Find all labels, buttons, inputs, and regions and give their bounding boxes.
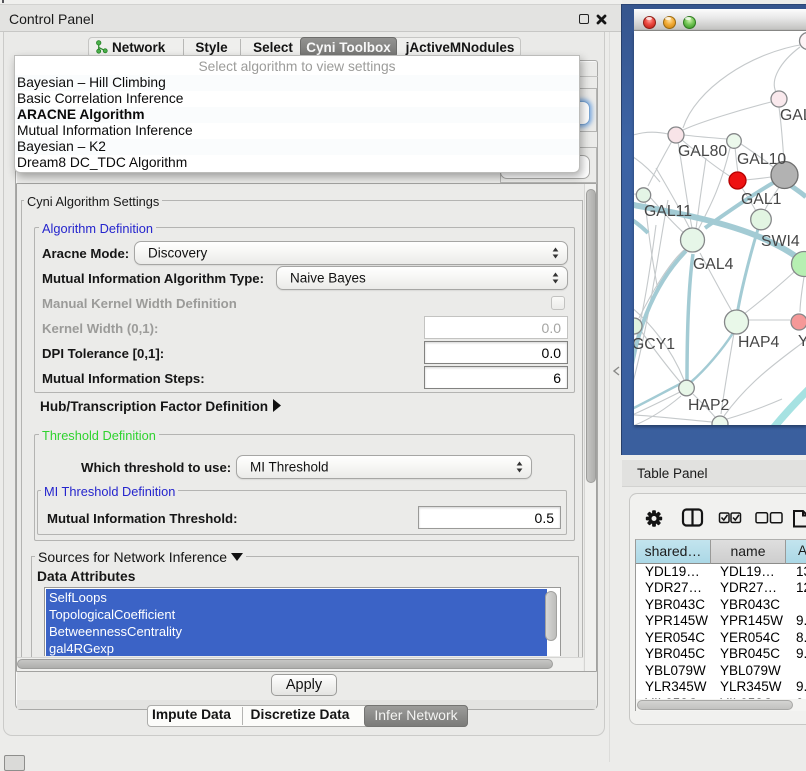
svg-text:GAL: GAL (780, 107, 806, 124)
svg-text:HAP4: HAP4 (738, 334, 779, 351)
svg-text:SWI4: SWI4 (761, 233, 800, 250)
svg-text:GCY1: GCY1 (634, 336, 675, 353)
svg-text:GAL11: GAL11 (644, 203, 692, 220)
svg-text:GAL10: GAL10 (737, 151, 786, 168)
svg-text:GAL4: GAL4 (693, 256, 734, 273)
svg-text:GAL1: GAL1 (741, 191, 782, 208)
svg-text:GAL80: GAL80 (678, 143, 727, 160)
svg-text:HAP2: HAP2 (688, 397, 729, 414)
svg-text:Y: Y (798, 333, 806, 350)
